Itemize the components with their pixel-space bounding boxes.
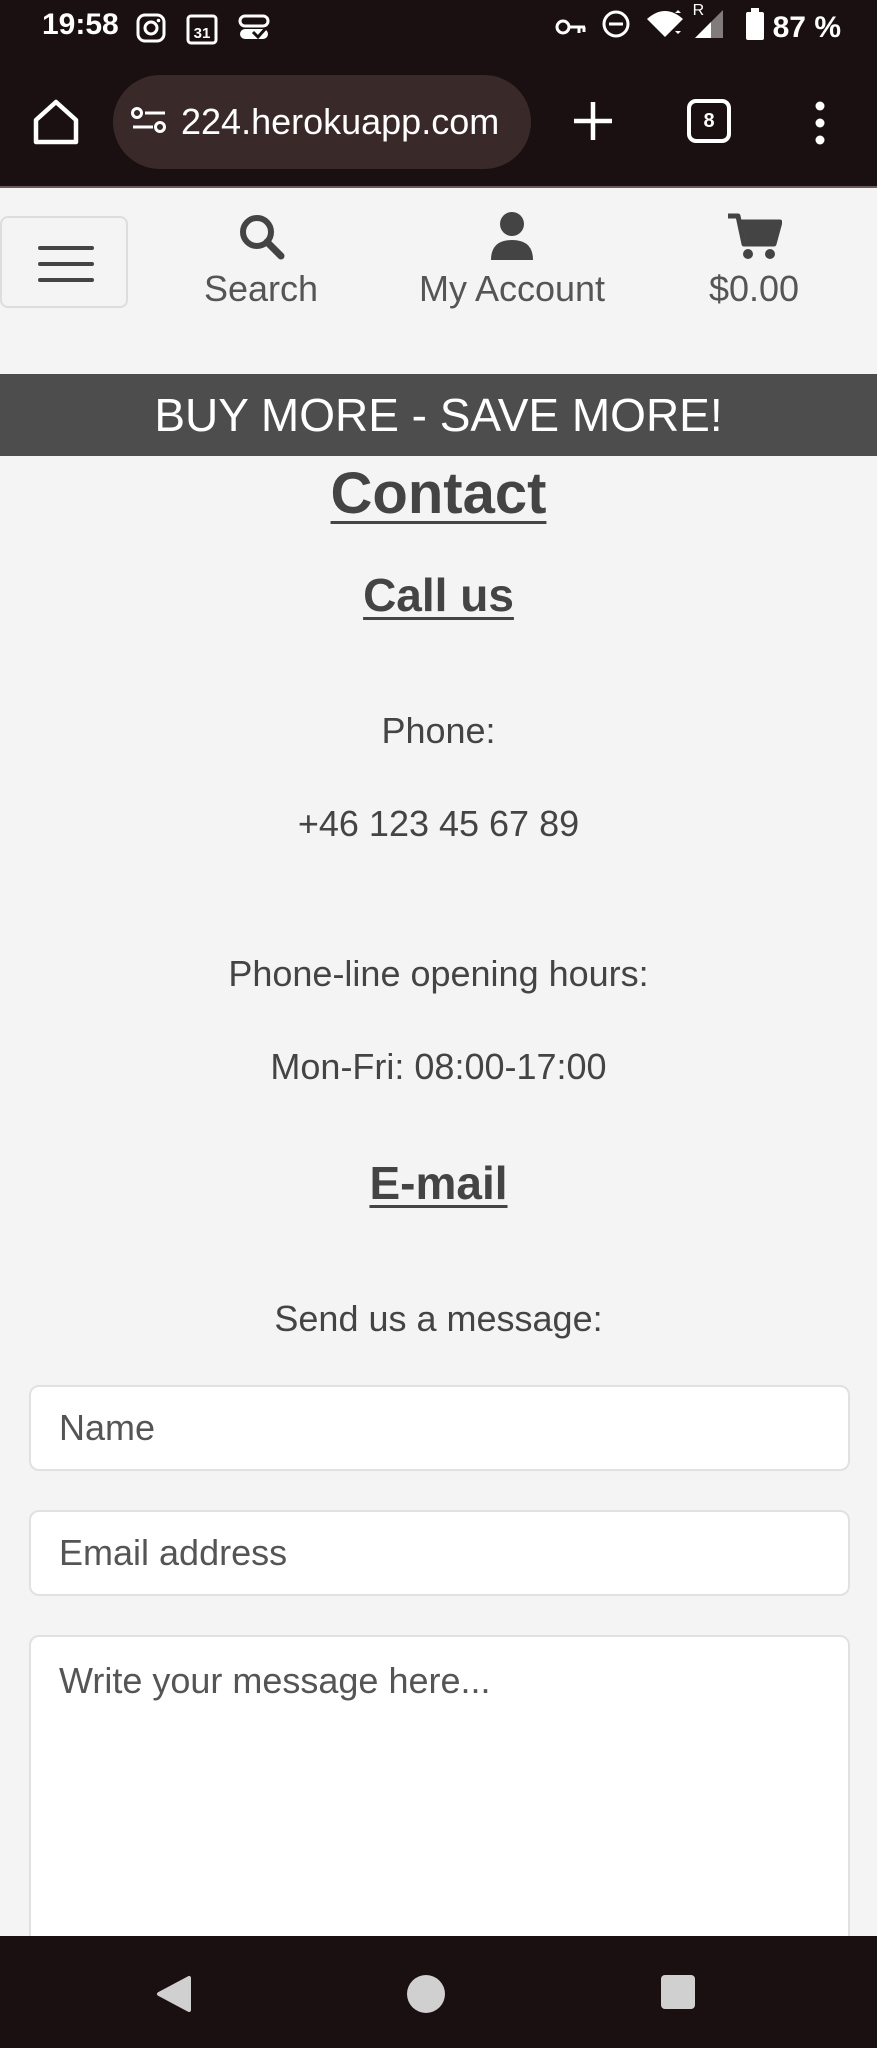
calendar-icon: 31 (186, 13, 218, 49)
wifi-icon (645, 9, 685, 47)
page-title: Contact (330, 461, 547, 526)
call-us-heading: Call us (363, 569, 514, 621)
shopping-cart-icon (728, 213, 782, 259)
search-label: Search (203, 268, 319, 309)
system-nav-bar (0, 1936, 877, 2048)
instagram-icon (136, 13, 166, 47)
cart-nav-item[interactable]: $0.00 (698, 210, 810, 310)
phone-label: Phone: (381, 710, 496, 751)
user-icon (491, 212, 533, 260)
recents-button[interactable] (660, 1974, 696, 2014)
more-vert-icon (815, 101, 825, 145)
phone-number: +46 123 45 67 89 (297, 803, 580, 844)
roaming-label: R (692, 2, 705, 19)
browser-menu-button[interactable] (805, 98, 835, 148)
do-not-disturb-icon (601, 9, 631, 47)
site-settings-icon[interactable] (131, 105, 167, 139)
cart-total: $0.00 (708, 268, 800, 309)
my-account-nav-item[interactable]: My Account (400, 210, 624, 310)
hours-label: Phone-line opening hours: (228, 953, 649, 994)
menu-toggle-button[interactable] (0, 216, 128, 308)
message-prompt: Send us a message: (274, 1298, 603, 1339)
hamburger-bar (38, 262, 94, 266)
calendar-day: 31 (194, 25, 211, 42)
my-account-label: My Account (418, 268, 606, 309)
hamburger-bar (38, 278, 94, 282)
site-header: Search My Account $0.00 (0, 190, 877, 374)
hamburger-bar (38, 246, 94, 250)
hours-value: Mon-Fri: 08:00-17:00 (270, 1046, 607, 1087)
search-icon (240, 215, 285, 260)
back-triangle-icon (157, 1976, 191, 2012)
browser-toolbar: 224.herokuapp.com 8 (0, 56, 877, 188)
cell-signal-icon: R (689, 2, 729, 48)
home-nav-button[interactable] (406, 1974, 446, 2018)
tab-switcher-button[interactable]: 8 (687, 99, 731, 143)
home-button[interactable] (30, 96, 82, 148)
address-bar[interactable]: 224.herokuapp.com (113, 75, 531, 169)
status-right: R 87 % (555, 2, 841, 48)
email-heading: E-mail (369, 1157, 508, 1209)
home-icon (33, 99, 79, 145)
new-tab-button[interactable] (568, 96, 618, 146)
back-button[interactable] (153, 1974, 193, 2018)
url-text: 224.herokuapp.com (181, 101, 500, 142)
email-field[interactable] (29, 1510, 850, 1596)
vpn-key-icon (555, 11, 587, 45)
search-nav-item[interactable]: Search (196, 210, 326, 310)
name-field[interactable] (29, 1385, 850, 1471)
message-field[interactable] (29, 1635, 850, 1955)
battery-percent: 87 % (772, 11, 841, 44)
battery-icon (745, 8, 765, 48)
status-time: 19:58 (42, 8, 119, 41)
status-bar: 19:58 31 R 87 % (0, 0, 877, 56)
promo-banner: BUY MORE - SAVE MORE! (0, 374, 877, 456)
plus-icon (574, 102, 612, 140)
home-circle-icon (407, 1975, 445, 2013)
recents-square-icon (661, 1975, 695, 2009)
sync-icon (237, 13, 271, 47)
